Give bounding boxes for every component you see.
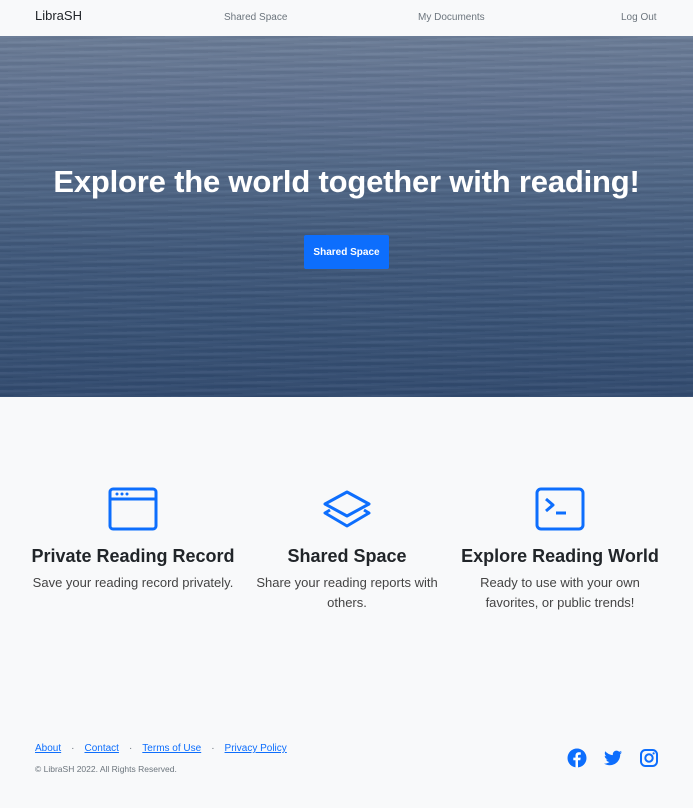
footer-separator: · — [128, 743, 133, 754]
feature-explore-reading: Explore Reading World Ready to use with … — [450, 487, 670, 613]
hero-section: Explore the world together with reading!… — [0, 36, 693, 397]
brand-logo[interactable]: LibraSH — [35, 8, 82, 23]
nav-log-out[interactable]: Log Out — [621, 12, 657, 23]
feature-title: Private Reading Record — [31, 546, 235, 566]
footer-link-terms[interactable]: Terms of Use — [142, 743, 201, 754]
feature-title: Shared Space — [287, 546, 407, 566]
feature-title: Explore Reading World — [461, 546, 659, 566]
footer-separator: · — [71, 743, 75, 754]
footer-link-privacy[interactable]: Privacy Policy — [225, 743, 287, 754]
copyright-text: © LibraSH 2022. All Rights Reserved. — [35, 764, 177, 774]
window-icon — [108, 487, 158, 531]
instagram-icon[interactable] — [639, 748, 659, 768]
navbar: LibraSH Shared Space My Documents Log Ou… — [0, 0, 693, 36]
footer-links: About · Contact · Terms of Use · Privacy… — [35, 743, 287, 754]
feature-description: Ready to use with your own favorites, or… — [480, 575, 640, 610]
layers-icon — [322, 487, 372, 531]
nav-my-documents[interactable]: My Documents — [418, 12, 485, 23]
footer-link-about[interactable]: About — [35, 743, 61, 754]
twitter-icon[interactable] — [603, 748, 623, 768]
facebook-icon[interactable] — [567, 748, 587, 768]
hero-title: Explore the world together with reading! — [53, 164, 640, 199]
hero-background — [0, 36, 693, 397]
hero-shared-space-button[interactable]: Shared Space — [304, 235, 389, 269]
terminal-icon — [535, 487, 585, 531]
feature-description: Share your reading reports with others. — [256, 575, 438, 610]
footer-link-contact[interactable]: Contact — [84, 743, 118, 754]
footer-separator: · — [211, 743, 215, 754]
feature-description: Save your reading record privately. — [32, 575, 234, 590]
feature-shared-space: Shared Space Share your reading reports … — [237, 487, 457, 613]
feature-private-reading: Private Reading Record Save your reading… — [23, 487, 243, 593]
nav-shared-space[interactable]: Shared Space — [224, 12, 287, 23]
